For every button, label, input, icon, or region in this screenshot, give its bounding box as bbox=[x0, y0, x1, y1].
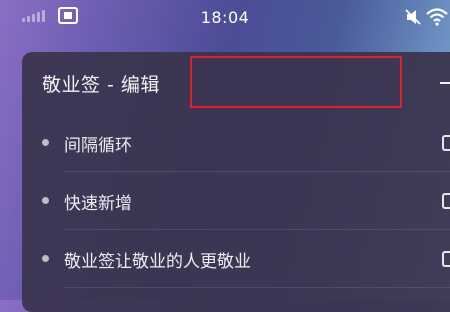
mute-icon bbox=[405, 9, 421, 25]
bullet-icon bbox=[42, 197, 49, 204]
bullet-icon bbox=[42, 255, 49, 262]
list-item-label: 敬业签让敬业的人更敬业 bbox=[64, 252, 251, 272]
list-item-label: 快速新增 bbox=[64, 194, 132, 214]
highlight-box bbox=[190, 56, 402, 108]
wifi-icon bbox=[426, 8, 448, 26]
divider bbox=[64, 287, 450, 288]
card-header: 敬业签 - 编辑 bbox=[22, 52, 450, 114]
option-list: 间隔循环 快速新增 敬业签让敬业的人更敬业 bbox=[22, 114, 450, 288]
card-title: 敬业签 - 编辑 bbox=[42, 74, 160, 96]
list-item-quick-add[interactable]: 快速新增 bbox=[22, 172, 450, 230]
checkbox[interactable] bbox=[442, 135, 450, 151]
list-item-label: 间隔循环 bbox=[64, 136, 132, 156]
checkbox[interactable] bbox=[442, 251, 450, 267]
checkbox[interactable] bbox=[442, 193, 450, 209]
status-bar: 18:04 bbox=[0, 0, 450, 34]
list-item-interval-repeat[interactable]: 间隔循环 bbox=[22, 114, 450, 172]
status-time: 18:04 bbox=[200, 8, 250, 27]
add-icon[interactable] bbox=[440, 82, 450, 84]
list-item-slogan[interactable]: 敬业签让敬业的人更敬业 bbox=[22, 230, 450, 288]
editor-card: 敬业签 - 编辑 间隔循环 快速新增 敬业签让敬业的人更敬业 bbox=[22, 52, 450, 312]
bullet-icon bbox=[42, 139, 49, 146]
